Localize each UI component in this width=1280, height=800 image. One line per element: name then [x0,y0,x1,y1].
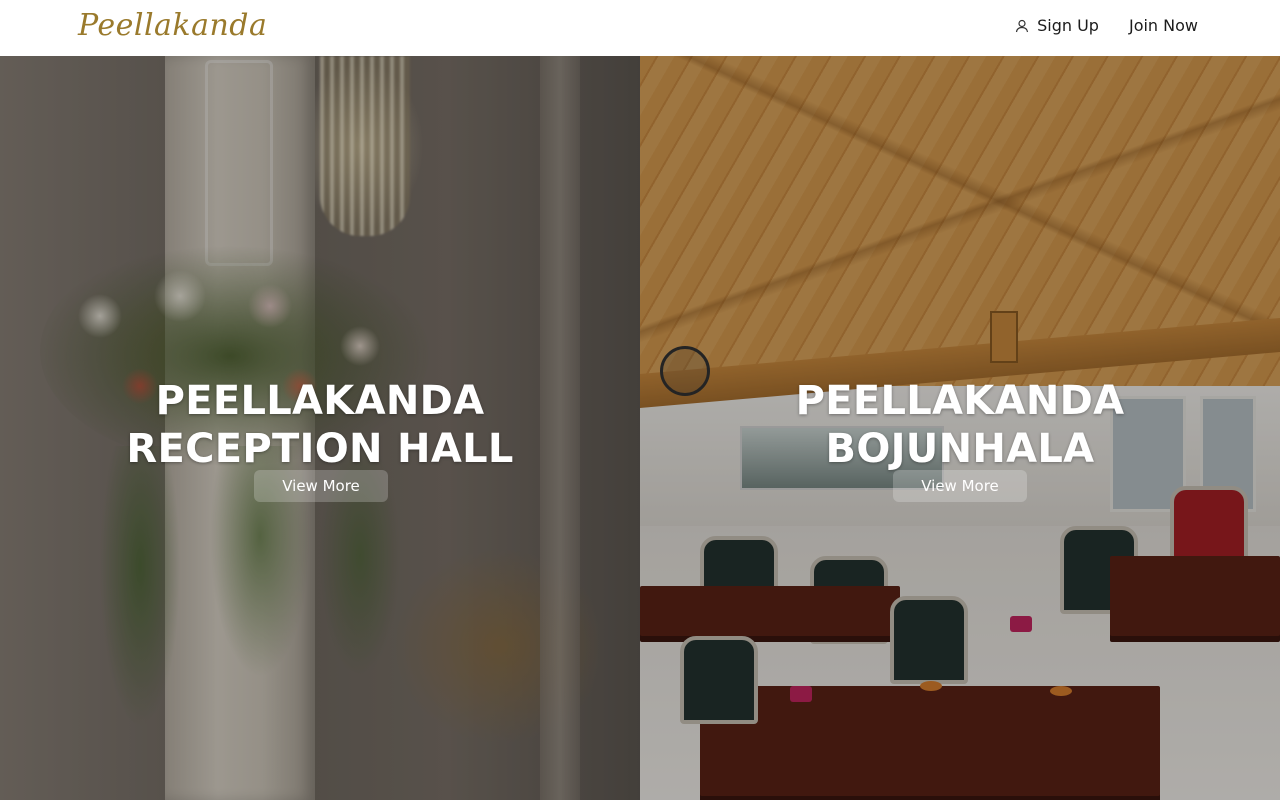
sign-up-label: Sign Up [1037,16,1099,35]
join-now-link[interactable]: Join Now [1129,16,1198,35]
user-icon [1016,19,1029,32]
reception-hall-title: PEELLAKANDA RECEPTION HALL [0,377,640,473]
header-nav: Sign Up Join Now [1015,16,1198,35]
venue-panels: PEELLAKANDA RECEPTION HALL View More PEE… [0,56,1280,800]
sign-up-link[interactable]: Sign Up [1015,16,1099,35]
site-logo[interactable]: Peellakanda [78,8,267,43]
join-now-label: Join Now [1128,16,1198,35]
bojunhala-title: PEELLAKANDA BOJUNHALA [640,377,1280,473]
reception-hall-view-more-button[interactable]: View More [254,470,388,502]
title-line-2: RECEPTION HALL [126,426,514,473]
bojunhala-panel[interactable]: PEELLAKANDA BOJUNHALA View More [640,56,1280,800]
title-line-1: PEELLAKANDA [795,378,1125,425]
top-navbar: Peellakanda Sign Up Join Now [0,0,1280,56]
bojunhala-view-more-button[interactable]: View More [893,470,1027,502]
reception-hall-panel[interactable]: PEELLAKANDA RECEPTION HALL View More [0,56,640,800]
title-line-2: BOJUNHALA [825,426,1095,473]
title-line-1: PEELLAKANDA [155,378,485,425]
